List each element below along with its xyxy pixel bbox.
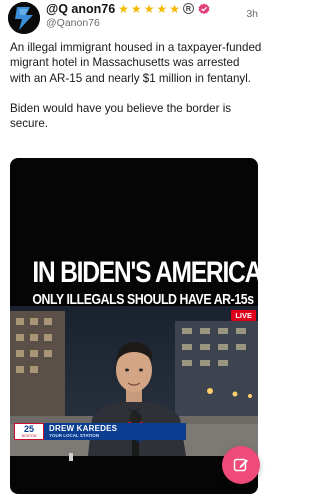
timestamp: 3h (246, 8, 258, 20)
compose-button[interactable] (222, 446, 260, 484)
star-icon: ★ (156, 1, 168, 16)
star-icon: ★ (130, 1, 142, 16)
name-row: @Q anon76 ★ ★ ★ ★ ★ R (46, 1, 210, 16)
post-text: An illegal immigrant housed in a taxpaye… (10, 40, 262, 131)
news-chyron: 25 BOSTON DREW KAREDES YOUR LOCAL STATIO… (14, 423, 186, 440)
live-badge: LIVE (231, 310, 256, 321)
channel-city: BOSTON (21, 434, 37, 438)
q-logo-icon (8, 2, 40, 34)
star-icon: ★ (169, 1, 180, 16)
station-tagline: YOUR LOCAL STATION (49, 433, 99, 438)
channel-number: 25 (23, 424, 34, 434)
channel-logo: 25 BOSTON (14, 423, 44, 440)
post-paragraph: Biden would have you believe the border … (10, 101, 232, 131)
post-header: @Q anon76 ★ ★ ★ ★ ★ R @Qanon76 3h (0, 0, 268, 36)
reporter-name: DREW KAREDES (49, 424, 118, 433)
verified-icon (198, 3, 210, 15)
star-icon: ★ (118, 1, 129, 16)
handle[interactable]: @Qanon76 (46, 17, 100, 29)
avatar[interactable] (8, 2, 40, 34)
video-subline: ONLY ILLEGALS SHOULD HAVE AR-15s (32, 291, 254, 308)
video-player[interactable]: 25 IN BIDEN'S AMERICA ONLY ILLEGALS SHOU… (10, 158, 258, 494)
video-scrub-marker[interactable] (69, 453, 73, 461)
chyron-bar: DREW KAREDES YOUR LOCAL STATION (44, 423, 186, 440)
video-headline: IN BIDEN'S AMERICA (32, 256, 258, 289)
post-paragraph: An illegal immigrant housed in a taxpaye… (10, 41, 262, 85)
star-icon: ★ (143, 1, 155, 16)
registered-icon: R (182, 3, 194, 14)
display-name[interactable]: @Q anon76 (46, 2, 115, 16)
edit-icon (233, 458, 248, 472)
